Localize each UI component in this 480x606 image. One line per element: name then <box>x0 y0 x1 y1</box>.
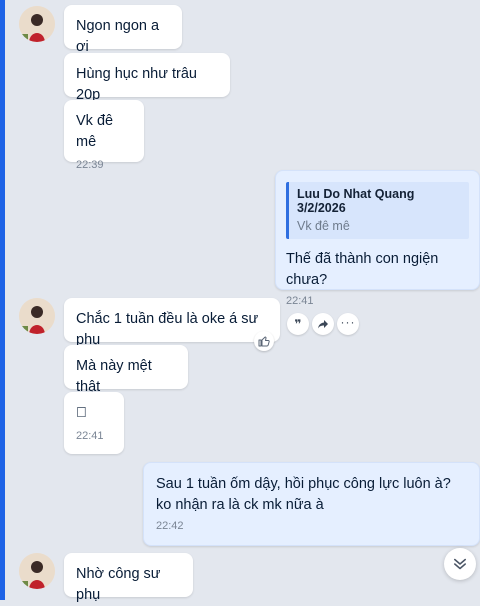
message-bubble[interactable]: Nhờ công sư phụ <box>64 553 193 603</box>
quoted-author: Luu Do Nhat Quang 3/2/2026 <box>297 187 415 215</box>
message-text: Thế đã thành con ngiện chưa? <box>286 251 443 288</box>
message-bubble[interactable]: Vk đê mê 22:39 <box>64 100 144 171</box>
message-text: 􀀀 <box>76 405 87 421</box>
avatar[interactable] <box>19 553 55 589</box>
quoted-text: Vk đê mê <box>297 219 350 233</box>
thumbs-up-icon <box>258 336 270 347</box>
left-accent-bar <box>0 0 5 600</box>
message-time: 22:41 <box>76 430 104 442</box>
message-bubble-outgoing[interactable]: Sau 1 tuần ốm dậy, hồi phục công lực luô… <box>143 462 480 546</box>
quoted-reply[interactable]: Luu Do Nhat Quang 3/2/2026 Vk đê mê <box>286 182 469 239</box>
message-bubble[interactable]: 􀀀 22:41 <box>64 392 124 454</box>
avatar[interactable] <box>19 6 55 42</box>
message-bubble[interactable]: Chắc 1 tuần đều là oke á sư phụ <box>64 298 280 348</box>
double-chevron-down-icon <box>454 558 466 570</box>
forward-button[interactable] <box>312 313 334 335</box>
quote-icon: ❞ <box>294 317 302 331</box>
message-bubble[interactable]: Ngon ngon a ơi <box>64 5 182 55</box>
message-text: Vk đê mê <box>76 113 118 150</box>
message-text: Sau 1 tuần ốm dậy, hồi phục công lực luô… <box>156 476 455 513</box>
message-bubble[interactable]: Mà này mệt thật <box>64 345 188 395</box>
more-icon: ··· <box>340 315 356 329</box>
message-time: 22:41 <box>286 295 314 307</box>
scroll-to-bottom-button[interactable] <box>444 548 476 580</box>
message-text: Ngon ngon a ơi <box>76 18 164 55</box>
message-bubble[interactable]: Hùng hục như trâu 20p <box>64 53 230 103</box>
message-bubble-outgoing[interactable]: Luu Do Nhat Quang 3/2/2026 Vk đê mê Thế … <box>275 170 480 307</box>
forward-icon <box>318 320 328 329</box>
message-time: 22:42 <box>156 520 184 532</box>
quote-button[interactable]: ❞ <box>287 313 309 335</box>
message-time: 22:39 <box>76 159 104 171</box>
avatar[interactable] <box>19 298 55 334</box>
more-button[interactable]: ··· <box>337 313 359 335</box>
like-reaction-button[interactable] <box>254 331 274 351</box>
